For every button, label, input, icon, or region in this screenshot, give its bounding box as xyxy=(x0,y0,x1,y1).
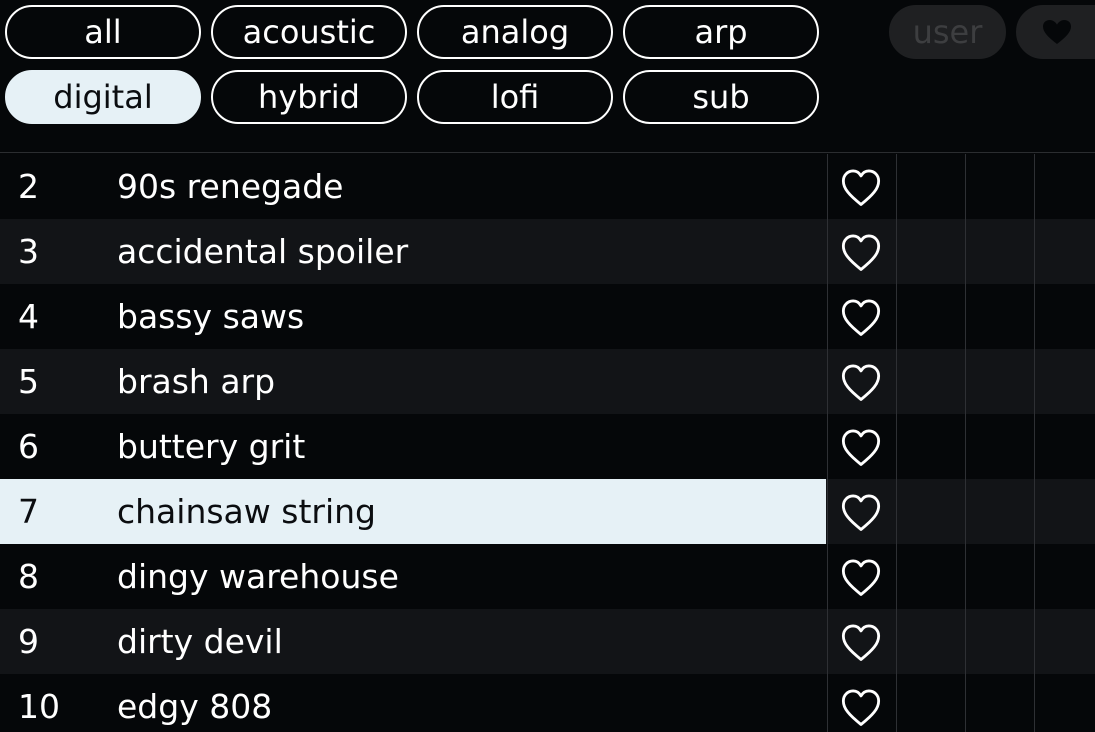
heart-outline-icon[interactable] xyxy=(838,623,884,663)
preset-select-area[interactable]: 8 dingy warehouse xyxy=(0,544,826,609)
preset-row[interactable]: 9 dirty devil xyxy=(0,609,1095,674)
preset-row[interactable]: 6 buttery grit xyxy=(0,414,1095,479)
preset-name: buttery grit xyxy=(117,427,306,466)
preset-name: dingy warehouse xyxy=(117,557,399,596)
preset-select-area[interactable]: 4 bassy saws xyxy=(0,284,826,349)
preset-number: 3 xyxy=(18,232,39,271)
preset-select-area[interactable]: 2 90s renegade xyxy=(0,154,826,219)
preset-number: 6 xyxy=(18,427,39,466)
preset-browser: all acoustic analog arp digital hybrid l… xyxy=(0,0,1095,732)
preset-row[interactable]: 3 accidental spoiler xyxy=(0,219,1095,284)
preset-row[interactable]: 2 90s renegade xyxy=(0,154,1095,219)
preset-name: accidental spoiler xyxy=(117,232,409,271)
preset-name: dirty devil xyxy=(117,622,283,661)
column-divider xyxy=(965,154,966,732)
preset-name: chainsaw string xyxy=(117,492,376,531)
preset-row[interactable]: 4 bassy saws xyxy=(0,284,1095,349)
preset-select-area[interactable]: 10 edgy 808 xyxy=(0,674,826,732)
heart-outline-icon[interactable] xyxy=(838,688,884,728)
preset-list: 2 90s renegade 3 accidental spoiler 4 bassy s… xyxy=(0,154,1095,732)
heart-outline-icon[interactable] xyxy=(838,558,884,598)
preset-select-area[interactable]: 9 dirty devil xyxy=(0,609,826,674)
user-filter-chip[interactable]: user xyxy=(889,5,1006,59)
tag-chip-hybrid[interactable]: hybrid xyxy=(211,70,407,124)
tag-chip-acoustic[interactable]: acoustic xyxy=(211,5,407,59)
preset-number: 10 xyxy=(18,687,60,726)
preset-number: 4 xyxy=(18,297,39,336)
heart-outline-icon[interactable] xyxy=(838,168,884,208)
preset-select-area[interactable]: 6 buttery grit xyxy=(0,414,826,479)
preset-row[interactable]: 7 chainsaw string xyxy=(0,479,1095,544)
preset-name: brash arp xyxy=(117,362,276,401)
favorites-filter-chip[interactable] xyxy=(1016,5,1095,59)
heart-outline-icon[interactable] xyxy=(838,363,884,403)
preset-number: 8 xyxy=(18,557,39,596)
preset-row[interactable]: 10 edgy 808 xyxy=(0,674,1095,732)
preset-number: 5 xyxy=(18,362,39,401)
preset-name: edgy 808 xyxy=(117,687,273,726)
column-divider xyxy=(896,154,897,732)
heart-filled-icon xyxy=(1042,19,1072,45)
column-divider xyxy=(1034,154,1035,732)
preset-number: 7 xyxy=(18,492,39,531)
tag-chip-arp[interactable]: arp xyxy=(623,5,819,59)
preset-select-area[interactable]: 7 chainsaw string xyxy=(0,479,826,544)
preset-row[interactable]: 8 dingy warehouse xyxy=(0,544,1095,609)
preset-select-area[interactable]: 5 brash arp xyxy=(0,349,826,414)
preset-number: 2 xyxy=(18,167,39,206)
preset-number: 9 xyxy=(18,622,39,661)
tag-chip-sub[interactable]: sub xyxy=(623,70,819,124)
heart-outline-icon[interactable] xyxy=(838,233,884,273)
heart-outline-icon[interactable] xyxy=(838,428,884,468)
header-divider xyxy=(0,152,1095,153)
preset-select-area[interactable]: 3 accidental spoiler xyxy=(0,219,826,284)
tag-chip-digital[interactable]: digital xyxy=(5,70,201,124)
preset-name: bassy saws xyxy=(117,297,305,336)
heart-outline-icon[interactable] xyxy=(838,493,884,533)
tag-chip-lofi[interactable]: lofi xyxy=(417,70,613,124)
tag-chip-analog[interactable]: analog xyxy=(417,5,613,59)
column-divider xyxy=(827,154,828,732)
preset-name: 90s renegade xyxy=(117,167,344,206)
heart-outline-icon[interactable] xyxy=(838,298,884,338)
tag-chip-all[interactable]: all xyxy=(5,5,201,59)
preset-row[interactable]: 5 brash arp xyxy=(0,349,1095,414)
